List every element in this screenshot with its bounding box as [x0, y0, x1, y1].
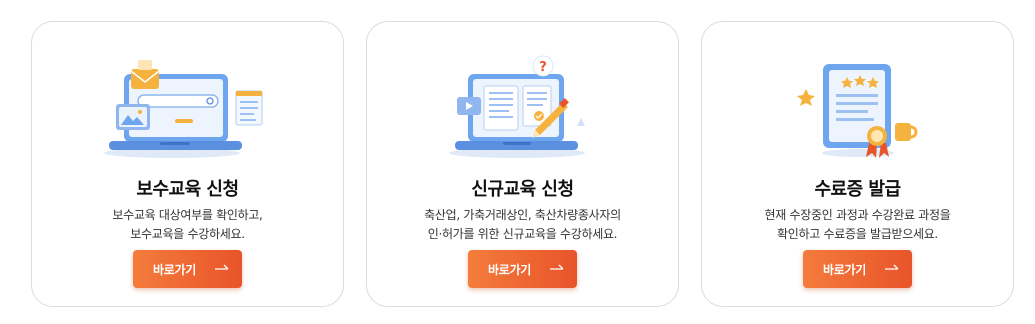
- go-button-new[interactable]: 바로가기: [468, 250, 577, 288]
- card-desc-line: 확인하고 수료증을 발급받으세요.: [777, 227, 938, 241]
- svg-text:?: ?: [539, 60, 547, 75]
- go-button-certificate[interactable]: 바로가기: [803, 250, 912, 288]
- go-button-refresher[interactable]: 바로가기: [133, 250, 242, 288]
- button-label: 바로가기: [153, 262, 196, 277]
- card-description: 축산업, 가축거래상인, 축산차량종사자의 인·허가를 위한 신규교육을 수강하…: [377, 206, 668, 244]
- card-new-education: ? 신규교육 신청 축산업, 가축거래상인, 축산차량종사자의 인·허가를 위한…: [366, 21, 679, 307]
- card-desc-line: 인·허가를 위한 신규교육을 수강하세요.: [427, 227, 618, 241]
- card-description: 보수교육 대상여부를 확인하고, 보수교육을 수강하세요.: [42, 206, 333, 244]
- button-label: 바로가기: [488, 262, 531, 277]
- card-desc-line: 보수교육 대상여부를 확인하고,: [112, 208, 263, 222]
- arrow-right-icon: [550, 264, 564, 270]
- education-cards: 보수교육 신청 보수교육 대상여부를 확인하고, 보수교육을 수강하세요. 바로…: [0, 0, 1035, 324]
- card-title: 수료증 발급: [814, 179, 901, 200]
- card-desc-line: 보수교육을 수강하세요.: [130, 227, 245, 241]
- certificate-medal-icon: [797, 64, 918, 158]
- card-desc-line: 현재 수장중인 과정과 수강완료 과정을: [764, 208, 951, 222]
- card-certificate: 수료증 발급 현재 수장중인 과정과 수강완료 과정을 확인하고 수료증을 발급…: [701, 21, 1014, 307]
- button-label: 바로가기: [823, 262, 866, 277]
- card-refresher-education: 보수교육 신청 보수교육 대상여부를 확인하고, 보수교육을 수강하세요. 바로…: [31, 21, 344, 307]
- arrow-right-icon: [215, 264, 229, 270]
- arrow-right-icon: [885, 264, 899, 270]
- laptop-email-icon: [104, 60, 263, 158]
- card-desc-line: 축산업, 가축거래상인, 축산차량종사자의: [424, 208, 621, 222]
- card-title: 신규교육 신청: [471, 179, 574, 200]
- card-title: 보수교육 신청: [136, 179, 239, 200]
- card-description: 현재 수장중인 과정과 수강완료 과정을 확인하고 수료증을 발급받으세요.: [712, 206, 1003, 244]
- laptop-question-pencil-icon: ?: [449, 55, 585, 158]
